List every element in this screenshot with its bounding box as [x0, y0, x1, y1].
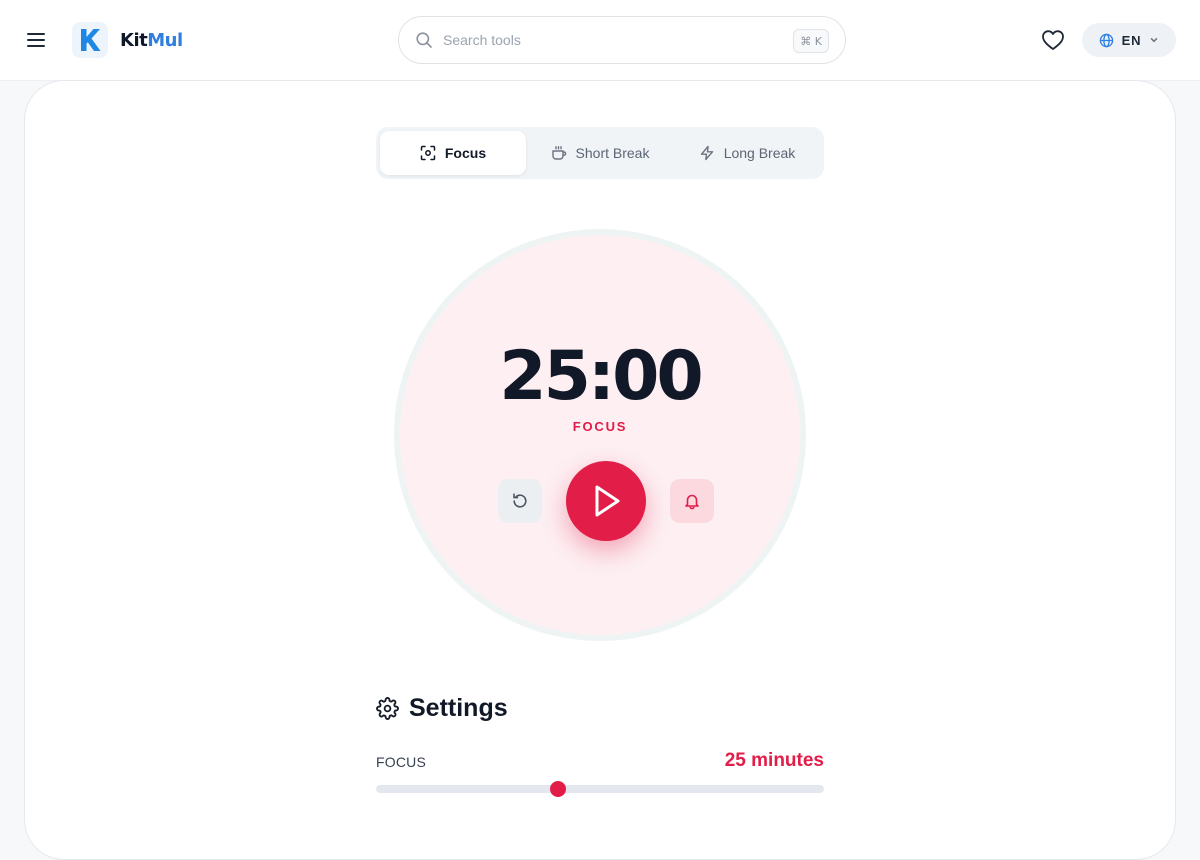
focus-duration-slider[interactable] — [376, 781, 824, 797]
reset-button[interactable] — [498, 479, 542, 523]
sound-toggle-button[interactable] — [670, 479, 714, 523]
reset-icon — [513, 493, 527, 508]
language-code: EN — [1121, 32, 1142, 48]
logo-mark — [72, 22, 108, 58]
zap-icon — [699, 145, 715, 161]
globe-icon — [1099, 33, 1113, 47]
tab-long-break[interactable]: Long Break — [674, 131, 820, 175]
coffee-icon — [551, 145, 567, 161]
search-icon — [415, 31, 433, 49]
tab-short-break[interactable]: Short Break — [527, 131, 673, 175]
settings-header: Settings — [376, 692, 508, 724]
logo-mul-text: Mul — [147, 29, 183, 51]
hamburger-menu-icon — [27, 33, 45, 47]
timer-ring: 25:00 FOCUS — [394, 229, 806, 641]
timer-face: 25:00 FOCUS — [400, 235, 800, 635]
start-button[interactable] — [566, 461, 646, 541]
search-bar[interactable]: ⌘ K — [398, 16, 846, 64]
logo-k-icon — [81, 29, 101, 51]
focus-duration-label: FOCUS — [376, 754, 426, 770]
tab-focus-label: Focus — [444, 145, 487, 161]
tab-short-break-label: Short Break — [575, 145, 650, 161]
favorites-button[interactable] — [1040, 28, 1066, 52]
language-selector[interactable]: EN — [1082, 23, 1176, 57]
play-icon — [595, 485, 620, 517]
chevron-down-icon — [1151, 38, 1158, 43]
search-input[interactable] — [443, 32, 773, 48]
logo-wordmark: KitMul — [120, 30, 183, 51]
search-shortcut-badge: ⌘ K — [793, 29, 829, 53]
focus-icon — [420, 145, 436, 161]
logo-kit-text: Kit — [120, 29, 148, 51]
top-header: KitMul ⌘ K EN — [0, 0, 1200, 81]
site-logo[interactable]: KitMul — [72, 22, 183, 58]
heart-icon — [1042, 30, 1064, 50]
tab-long-break-label: Long Break — [723, 145, 796, 161]
bell-icon — [685, 494, 699, 510]
mode-tabs: Focus Short Break Long Break — [376, 127, 824, 179]
timer-mode-label: FOCUS — [572, 419, 628, 434]
focus-duration-value: 25 minutes — [724, 750, 824, 771]
settings-title: Settings — [409, 693, 508, 722]
tab-focus[interactable]: Focus — [380, 131, 526, 175]
menu-button[interactable] — [24, 28, 48, 52]
timer-display: 25:00 — [499, 337, 703, 416]
gear-icon — [376, 696, 399, 720]
